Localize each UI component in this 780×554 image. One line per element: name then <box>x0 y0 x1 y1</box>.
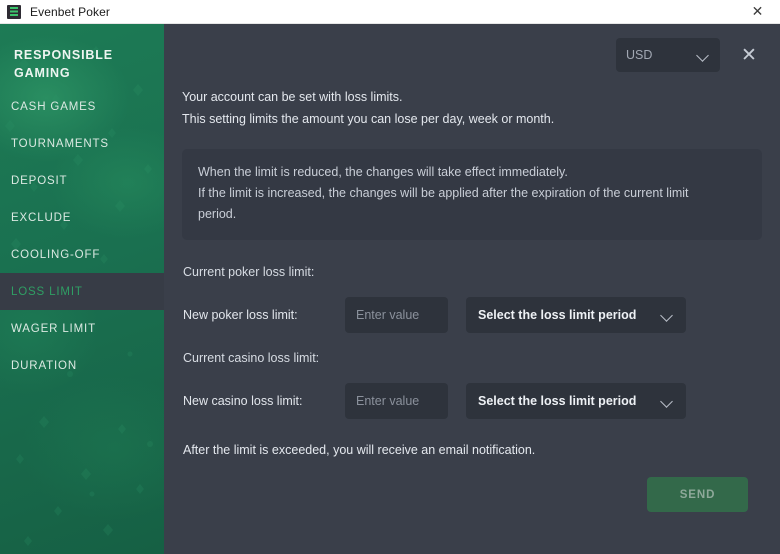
sidebar: RESPONSIBLE GAMING CASH GAMES TOURNAMENT… <box>0 24 164 554</box>
main-panel: USD ✕ Your account can be set with loss … <box>164 24 780 554</box>
sidebar-item-cooling-off[interactable]: COOLING-OFF <box>0 236 164 273</box>
sidebar-item-label: EXCLUDE <box>11 211 72 224</box>
new-poker-loss-limit-row: New poker loss limit: Enter value Select… <box>182 286 762 344</box>
sidebar-item-cash-games[interactable]: CASH GAMES <box>0 88 164 125</box>
sidebar-item-deposit[interactable]: DEPOSIT <box>0 162 164 199</box>
send-button-label: SEND <box>679 488 716 501</box>
currency-select[interactable]: USD <box>616 38 720 72</box>
sidebar-item-exclude[interactable]: EXCLUDE <box>0 199 164 236</box>
sidebar-item-wager-limit[interactable]: WAGER LIMIT <box>0 310 164 347</box>
info-line-2: If the limit is increased, the changes w… <box>198 186 689 200</box>
sidebar-header: RESPONSIBLE GAMING <box>0 24 164 82</box>
poker-period-value: Select the loss limit period <box>478 308 637 322</box>
new-poker-loss-limit-label: New poker loss limit: <box>183 308 298 322</box>
poker-loss-limit-input[interactable]: Enter value <box>345 297 448 333</box>
send-button[interactable]: SEND <box>647 477 748 512</box>
casino-period-value: Select the loss limit period <box>478 394 637 408</box>
poker-loss-limit-period-select[interactable]: Select the loss limit period <box>466 297 686 333</box>
panel-close-button[interactable]: ✕ <box>732 38 766 72</box>
casino-loss-limit-input[interactable]: Enter value <box>345 383 448 419</box>
send-row: SEND <box>182 477 762 512</box>
sidebar-item-label: COOLING-OFF <box>11 248 101 261</box>
app-body: RESPONSIBLE GAMING CASH GAMES TOURNAMENT… <box>0 24 780 554</box>
content-area: Your account can be set with loss limits… <box>164 86 780 512</box>
casino-loss-limit-placeholder: Enter value <box>356 394 420 408</box>
window-title: Evenbet Poker <box>30 4 111 19</box>
sidebar-nav: CASH GAMES TOURNAMENTS DEPOSIT EXCLUDE C… <box>0 88 164 384</box>
current-casino-loss-limit-row: Current casino loss limit: <box>182 344 762 372</box>
sidebar-item-label: TOURNAMENTS <box>11 137 109 150</box>
current-poker-loss-limit-row: Current poker loss limit: <box>182 258 762 286</box>
evenbet-logo-icon <box>7 4 21 19</box>
poker-loss-limit-placeholder: Enter value <box>356 308 420 322</box>
sidebar-header-label: RESPONSIBLE GAMING <box>14 48 113 80</box>
window-titlebar: Evenbet Poker ✕ <box>0 0 780 24</box>
sidebar-item-label: DEPOSIT <box>11 174 68 187</box>
new-casino-loss-limit-row: New casino loss limit: Enter value Selec… <box>182 372 762 430</box>
info-line-3: period. <box>198 207 237 221</box>
panel-toolbar: USD ✕ <box>164 24 780 86</box>
sidebar-item-tournaments[interactable]: TOURNAMENTS <box>0 125 164 162</box>
current-casino-loss-limit-label: Current casino loss limit: <box>183 351 320 365</box>
info-box: When the limit is reduced, the changes w… <box>182 149 762 240</box>
chevron-down-icon <box>661 395 674 408</box>
current-poker-loss-limit-label: Current poker loss limit: <box>183 265 315 279</box>
currency-value: USD <box>626 48 653 62</box>
chevron-down-icon <box>661 309 674 322</box>
new-casino-loss-limit-label: New casino loss limit: <box>183 394 303 408</box>
sidebar-item-label: DURATION <box>11 359 78 372</box>
sidebar-item-label: CASH GAMES <box>11 100 97 113</box>
intro-line-1: Your account can be set with loss limits… <box>182 90 403 104</box>
footer-note: After the limit is exceeded, you will re… <box>183 443 536 457</box>
sidebar-item-duration[interactable]: DURATION <box>0 347 164 384</box>
window-close-button[interactable]: ✕ <box>735 0 780 24</box>
intro-text: Your account can be set with loss limits… <box>182 86 762 130</box>
info-line-1: When the limit is reduced, the changes w… <box>198 165 568 179</box>
casino-loss-limit-period-select[interactable]: Select the loss limit period <box>466 383 686 419</box>
sidebar-item-label: LOSS LIMIT <box>11 285 83 298</box>
chevron-down-icon <box>697 49 710 62</box>
intro-line-2: This setting limits the amount you can l… <box>182 112 555 126</box>
sidebar-item-label: WAGER LIMIT <box>11 322 96 335</box>
sidebar-item-loss-limit[interactable]: LOSS LIMIT <box>0 273 164 310</box>
